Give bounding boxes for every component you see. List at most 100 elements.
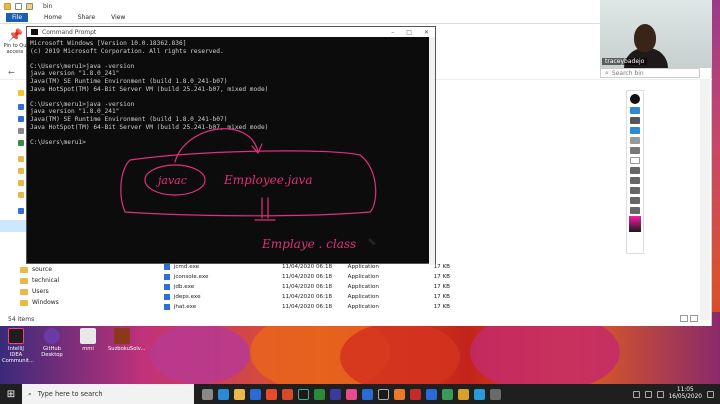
desktop-shortcut-mmi[interactable]: mmi xyxy=(74,328,102,352)
cmd-scrollbar[interactable] xyxy=(429,37,435,265)
file-name: jcmd.exe xyxy=(173,264,200,270)
maximize-icon[interactable]: □ xyxy=(406,29,412,36)
details-view-icon[interactable] xyxy=(680,315,688,322)
network-icon[interactable] xyxy=(644,390,652,398)
office-icon[interactable] xyxy=(266,388,277,400)
file-date: 11/04/2020 06:18 xyxy=(281,304,333,310)
folder-icon xyxy=(20,299,28,306)
selected-nav-item[interactable] xyxy=(0,220,26,232)
pen-icon[interactable] xyxy=(630,127,640,134)
delete-icon[interactable] xyxy=(630,177,640,184)
screenshot-icon[interactable] xyxy=(630,197,640,204)
desktop-shortcut-intellij[interactable]: IntelliJ IDEA Communit... xyxy=(2,328,34,364)
folder-icon[interactable] xyxy=(18,180,24,186)
folder-icon[interactable] xyxy=(18,156,24,162)
shortcut-label: mmi xyxy=(82,346,94,352)
edge-icon[interactable] xyxy=(218,388,229,400)
eye-icon[interactable] xyxy=(630,107,640,114)
task-view-icon[interactable] xyxy=(202,388,213,400)
cmd-taskbar-icon[interactable] xyxy=(378,388,389,400)
taskbar-search-input[interactable]: ⌕ Type here to search xyxy=(22,384,194,404)
star-icon[interactable] xyxy=(18,90,24,96)
outlook-icon[interactable] xyxy=(426,388,437,400)
search-input[interactable]: ⌕ Search bin xyxy=(600,68,700,78)
table-row[interactable]: jconsole.exe 11/04/2020 06:18 Applicatio… xyxy=(160,272,450,282)
nav-folder-label: source xyxy=(32,266,52,273)
powerpoint-icon[interactable] xyxy=(282,388,293,400)
onedrive-icon[interactable] xyxy=(18,208,24,214)
save-icon[interactable] xyxy=(630,187,640,194)
sticky-notes-icon[interactable] xyxy=(458,388,469,400)
webcam-overlay: traceybadejo xyxy=(600,0,712,68)
acrobat-icon[interactable] xyxy=(410,388,421,400)
terminal-icon[interactable] xyxy=(298,388,309,400)
cursor-icon[interactable] xyxy=(630,117,640,124)
color-swatch[interactable] xyxy=(629,216,641,232)
desktop-shortcut-github[interactable]: GitHub Desktop xyxy=(38,328,66,358)
minimize-icon[interactable]: – xyxy=(391,29,394,36)
intellij-taskbar-icon[interactable] xyxy=(346,388,357,400)
eraser-icon[interactable] xyxy=(630,147,640,154)
taskbar-clock[interactable]: 11:05 16/05/2020 xyxy=(669,387,702,401)
tab-share[interactable]: Share xyxy=(78,14,95,21)
desktop-shortcut-sudoku[interactable]: SuzbokuSolv... xyxy=(108,328,145,352)
chrome-icon[interactable] xyxy=(314,388,325,400)
notifications-icon[interactable] xyxy=(707,390,714,398)
settings-icon[interactable] xyxy=(630,207,640,214)
tab-home[interactable]: Home xyxy=(44,14,62,21)
nav-folder-source[interactable]: source xyxy=(20,266,52,273)
table-row[interactable]: jhat.exe 11/04/2020 06:18 Application 17… xyxy=(160,302,450,312)
zoom-icon[interactable] xyxy=(474,388,485,400)
volume-icon[interactable] xyxy=(656,390,664,398)
command-prompt-window[interactable]: Command Prompt – □ ✕ Microsoft Windows [… xyxy=(26,26,436,265)
folder-icon[interactable] xyxy=(18,192,24,198)
nav-folder-technical[interactable]: technical xyxy=(20,277,59,284)
console-line: C:\Users\meru1>java -version xyxy=(30,62,135,70)
highlighter-icon[interactable] xyxy=(630,137,640,144)
table-row[interactable]: jdeps.exe 11/04/2020 06:18 Application 1… xyxy=(160,292,450,302)
file-size: 17 KB xyxy=(433,294,450,300)
cmd-icon xyxy=(31,29,38,35)
file-explorer-icon[interactable] xyxy=(234,388,245,400)
table-row[interactable]: jdb.exe 11/04/2020 06:18 Application 17 … xyxy=(160,282,450,292)
store-icon[interactable] xyxy=(250,388,261,400)
firefox-icon[interactable] xyxy=(394,388,405,400)
document-icon[interactable] xyxy=(18,128,24,134)
application-icon xyxy=(164,294,170,300)
window-title: bin xyxy=(43,2,53,10)
download-icon[interactable] xyxy=(18,116,24,122)
nav-folder-label: technical xyxy=(32,277,60,284)
dot-icon[interactable] xyxy=(630,157,640,164)
desktop-icon[interactable] xyxy=(18,104,24,110)
vertical-scrollbar[interactable] xyxy=(700,80,710,320)
tab-file[interactable]: File xyxy=(6,13,29,22)
archive-icon xyxy=(114,328,130,344)
nav-folder-windows[interactable]: Windows xyxy=(20,299,59,306)
cmd-titlebar[interactable]: Command Prompt – □ ✕ xyxy=(27,27,435,37)
close-icon[interactable]: ✕ xyxy=(424,29,429,36)
app-icon[interactable] xyxy=(490,388,501,400)
chevron-up-icon[interactable] xyxy=(632,390,640,398)
pictures-icon[interactable] xyxy=(18,140,24,146)
console-output[interactable]: Microsoft Windows [Version 10.0.18362.83… xyxy=(27,37,435,149)
file-icon xyxy=(80,328,96,344)
teams-icon[interactable] xyxy=(330,388,341,400)
back-arrow-icon[interactable]: ← xyxy=(8,68,15,77)
word-icon[interactable] xyxy=(362,388,373,400)
tab-view[interactable]: View xyxy=(111,14,125,21)
undo-icon[interactable] xyxy=(630,167,640,174)
excel-icon[interactable] xyxy=(442,388,453,400)
file-type: Application xyxy=(347,294,379,300)
shortcut-label: Communit... xyxy=(2,358,34,364)
github-icon xyxy=(44,328,60,344)
folder-small-icon[interactable] xyxy=(26,2,33,10)
folder-icon[interactable] xyxy=(18,168,24,174)
console-line: Java HotSpot(TM) 64-Bit Server VM (build… xyxy=(30,123,269,131)
nav-folder-users[interactable]: Users xyxy=(20,288,49,295)
lightbulb-icon[interactable] xyxy=(630,94,640,104)
large-icons-view-icon[interactable] xyxy=(690,315,698,322)
windows-start-icon[interactable]: ⊞ xyxy=(0,384,22,404)
checkbox-icon[interactable] xyxy=(15,2,22,10)
annotation-toolbar xyxy=(626,90,644,254)
file-name: jdeps.exe xyxy=(173,294,201,300)
